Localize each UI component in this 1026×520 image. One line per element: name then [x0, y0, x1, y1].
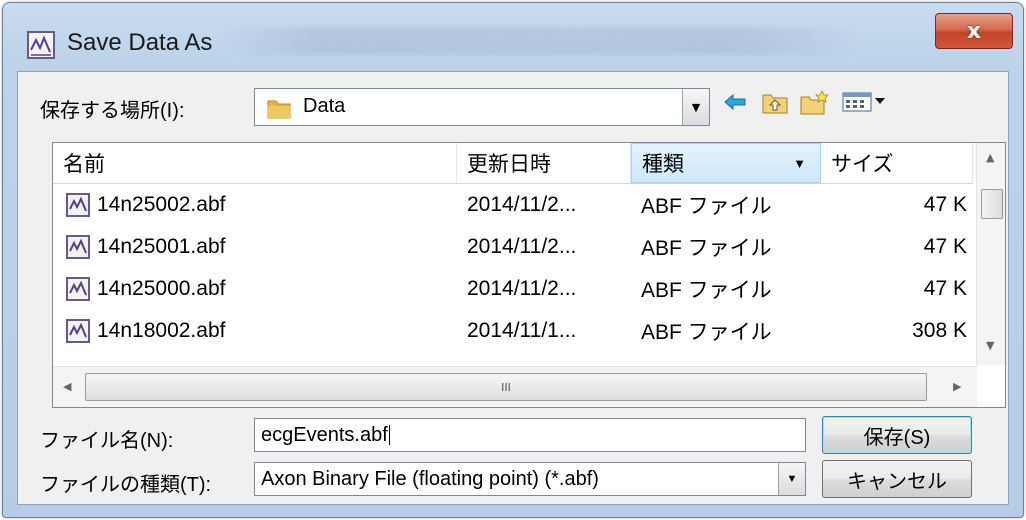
file-name-cell: 14n25000.abf — [65, 269, 445, 309]
view-menu-button[interactable] — [840, 86, 890, 118]
new-folder-button[interactable] — [798, 86, 832, 118]
location-dropdown[interactable]: Data ▼ — [254, 88, 710, 126]
file-type: ABF ファイル — [641, 237, 772, 260]
up-folder-icon — [762, 94, 788, 114]
up-folder-button[interactable] — [758, 86, 792, 118]
file-row[interactable]: 14n25001.abf 2014/11/2... ABF ファイル 47 K — [53, 227, 973, 267]
column-header-modified-label: 更新日時 — [467, 153, 551, 176]
vertical-scroll-thumb[interactable] — [981, 189, 1003, 219]
back-arrow-icon — [724, 93, 746, 111]
file-size: 47 K — [923, 193, 967, 216]
view-menu-icon — [842, 92, 885, 112]
filename-label: ファイル名(N): — [40, 430, 174, 452]
file-type: ABF ファイル — [641, 195, 772, 218]
horizontal-scroll-thumb[interactable]: III — [85, 373, 927, 401]
column-header-modified[interactable]: 更新日時 — [457, 143, 631, 183]
filetype-dropdown-arrow[interactable]: ▼ — [778, 463, 805, 495]
location-value: Data — [303, 95, 346, 117]
scroll-up-arrow-icon[interactable]: ▲ — [986, 151, 994, 164]
column-header-type[interactable]: 種類 ▼ — [631, 143, 821, 183]
save-dialog-window: Save Data As x 保存する場所(I): Data ▼ 名前 更新日時… — [2, 2, 1024, 518]
folder-icon — [267, 100, 291, 119]
file-type: ABF ファイル — [641, 279, 772, 302]
cancel-button[interactable]: キャンセル — [822, 460, 972, 498]
file-row[interactable]: 14n25000.abf 2014/11/2... ABF ファイル 47 K — [53, 269, 973, 309]
file-modified: 2014/11/2... — [467, 193, 577, 216]
filename-input[interactable]: ecgEvents.abf — [254, 418, 806, 452]
file-modified: 2014/11/2... — [467, 235, 577, 258]
location-label: 保存する場所(I): — [40, 100, 185, 122]
abf-file-icon — [66, 277, 90, 301]
abf-file-icon — [27, 31, 55, 59]
window-title: Save Data As — [67, 29, 213, 56]
file-modified: 2014/11/1... — [467, 319, 577, 342]
back-button[interactable] — [718, 86, 752, 118]
column-header-name[interactable]: 名前 — [53, 143, 457, 183]
file-name-cell: 14n25001.abf — [65, 227, 445, 267]
file-modified: 2014/11/2... — [467, 277, 577, 300]
file-list[interactable]: 名前 更新日時 種類 ▼ サイズ 14n25002.abf 2014/11/2.… — [52, 142, 1006, 408]
text-caret — [388, 425, 390, 445]
file-row[interactable]: 14n18002.abf 2014/11/1... ABF ファイル 308 K — [53, 311, 973, 351]
file-name: 14n25002.abf — [97, 193, 226, 216]
blurred-background — [223, 27, 863, 55]
file-name-cell: 14n18002.abf — [65, 311, 445, 351]
filetype-value: Axon Binary File (floating point) (*.abf… — [261, 467, 599, 490]
title-bar[interactable]: Save Data As x — [3, 3, 1023, 77]
vertical-scrollbar[interactable]: ▲ ▼ — [976, 143, 1005, 365]
file-size: 47 K — [923, 277, 967, 300]
file-name: 14n18002.abf — [97, 319, 226, 342]
new-folder-icon — [800, 90, 829, 115]
file-name: 14n25000.abf — [97, 277, 226, 300]
abf-file-icon — [66, 193, 90, 217]
dialog-client-area: 保存する場所(I): Data ▼ 名前 更新日時 種類 ▼ サイズ 14n25… — [17, 71, 1009, 505]
filename-value: ecgEvents.abf — [261, 423, 388, 446]
file-name: 14n25001.abf — [97, 235, 226, 258]
abf-file-icon — [66, 319, 90, 343]
horizontal-scrollbar[interactable]: ◀ III ▶ — [53, 366, 977, 407]
file-list-header: 名前 更新日時 種類 ▼ サイズ — [53, 143, 973, 184]
file-type: ABF ファイル — [641, 321, 772, 344]
close-button[interactable]: x — [935, 13, 1013, 49]
location-dropdown-arrow[interactable]: ▼ — [682, 89, 709, 125]
scroll-right-arrow-icon[interactable]: ▶ — [953, 380, 961, 393]
scroll-left-arrow-icon[interactable]: ◀ — [63, 380, 71, 393]
abf-file-icon — [66, 235, 90, 259]
scroll-thumb-grip: III — [501, 380, 511, 394]
file-row[interactable]: 14n25002.abf 2014/11/2... ABF ファイル 47 K — [53, 185, 973, 225]
filetype-dropdown[interactable]: Axon Binary File (floating point) (*.abf… — [254, 462, 806, 496]
save-button[interactable]: 保存(S) — [822, 416, 972, 454]
scroll-down-arrow-icon[interactable]: ▼ — [986, 339, 994, 352]
column-header-size[interactable]: サイズ — [821, 143, 973, 183]
column-filter-dropdown-icon[interactable]: ▼ — [793, 156, 806, 171]
file-size: 308 K — [912, 319, 967, 342]
column-header-type-label: 種類 — [642, 153, 684, 176]
filetype-label: ファイルの種類(T): — [40, 474, 212, 496]
file-size: 47 K — [923, 235, 967, 258]
file-name-cell: 14n25002.abf — [65, 185, 445, 225]
